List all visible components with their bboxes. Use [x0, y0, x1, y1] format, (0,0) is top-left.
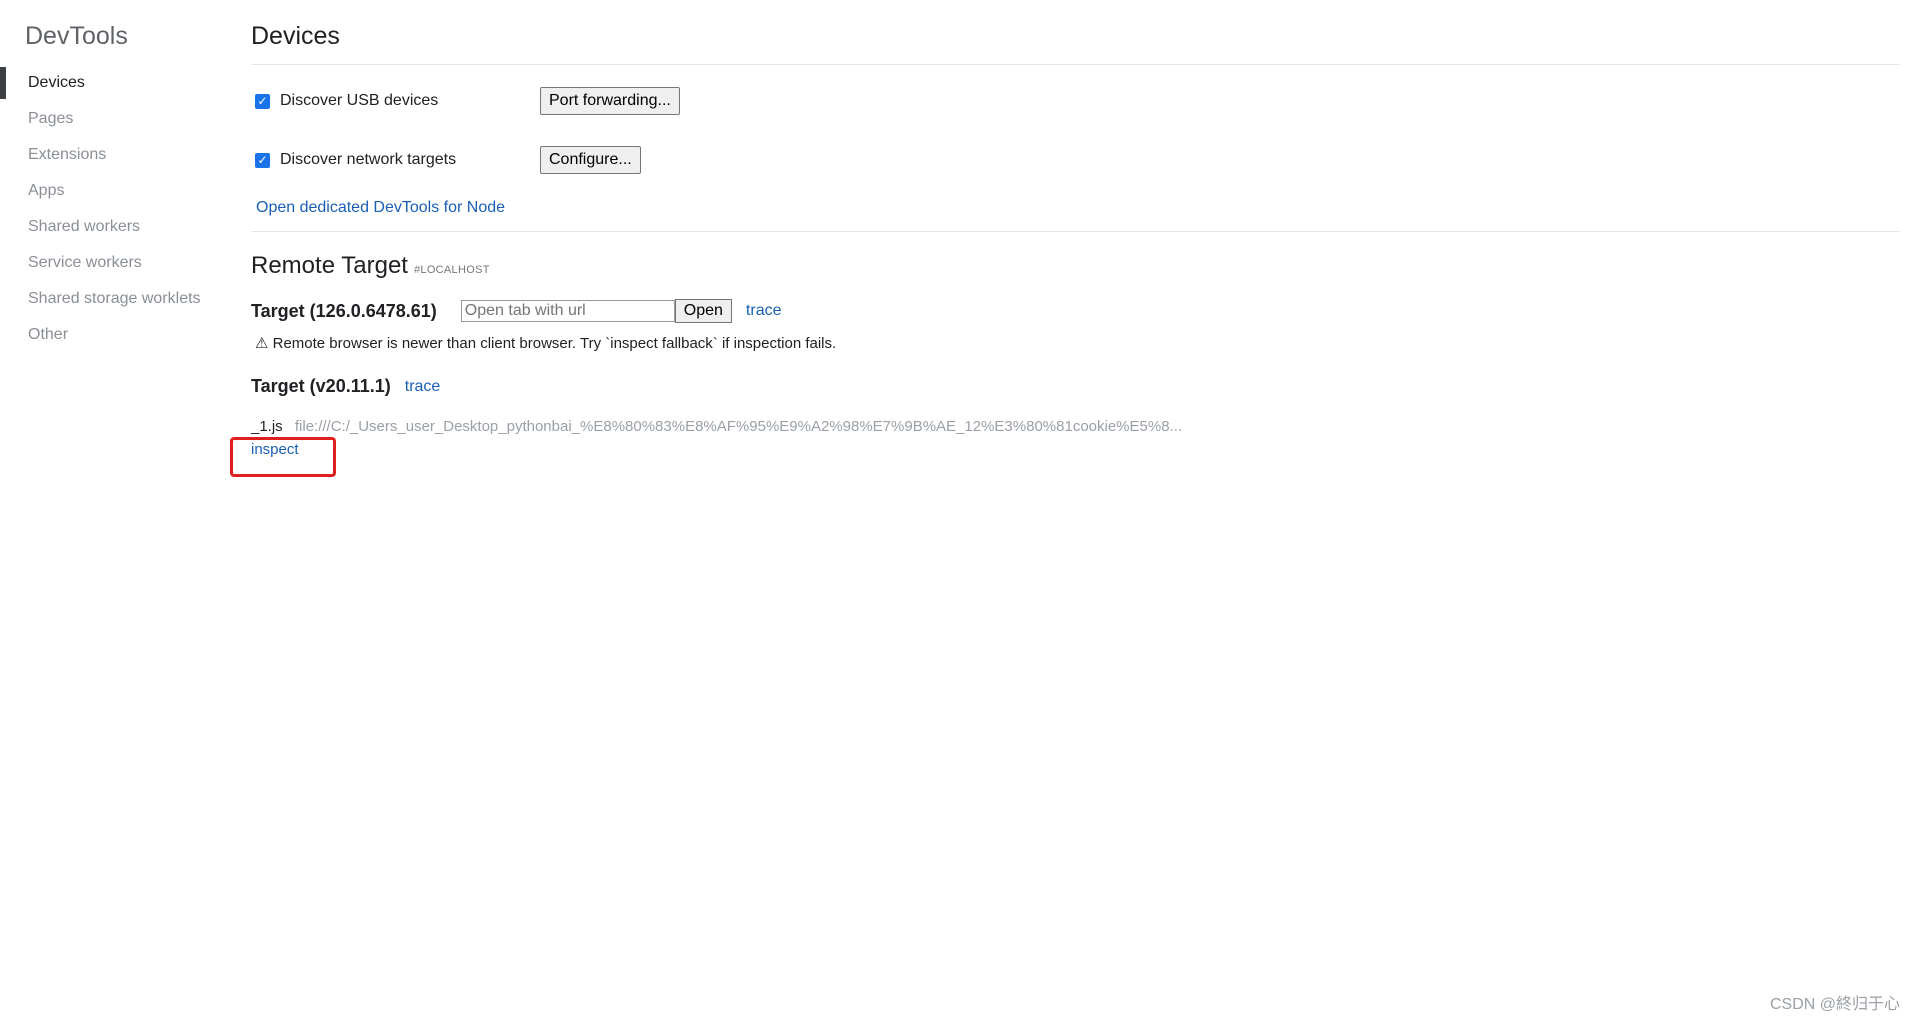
target-file-name: _1.js [251, 418, 283, 435]
port-forwarding-button[interactable]: Port forwarding... [540, 87, 680, 115]
usb-option-label: Discover USB devices [280, 92, 439, 109]
sidebar-item-shared-workers[interactable]: Shared workers [0, 212, 240, 248]
remote-target-subtitle: #LOCALHOST [413, 264, 490, 276]
version-warning: ⚠ Remote browser is newer than client br… [255, 335, 837, 352]
sidebar-item-devices[interactable]: Devices [0, 67, 240, 104]
sidebar-item-label: Shared workers [28, 218, 141, 235]
title-divider [251, 64, 1900, 65]
sidebar-item-other[interactable]: Other [0, 320, 240, 356]
sidebar-item-service-workers[interactable]: Service workers [0, 248, 240, 284]
target-row-browser: Target (126.0.6478.61) Open trace [251, 299, 782, 323]
trace-link[interactable]: trace [746, 302, 782, 320]
inspect-link-wrap: inspect [251, 441, 299, 459]
devtools-inspect-page: DevTools Devices Pages Extensions Apps S… [0, 0, 1920, 1024]
sidebar-item-label: Pages [28, 110, 74, 127]
sidebar-title: DevTools [25, 22, 128, 50]
network-option-label: Discover network targets [280, 151, 457, 168]
sidebar-item-pages[interactable]: Pages [0, 104, 240, 140]
main-content: Devices ✓ Discover USB devices Port forw… [230, 0, 1900, 1024]
watermark: CSDN @終归于心 [1769, 996, 1900, 1013]
sidebar-item-apps[interactable]: Apps [0, 176, 240, 212]
configure-button[interactable]: Configure... [540, 146, 641, 174]
sidebar-item-label: Apps [28, 182, 65, 199]
network-option-row: ✓ Discover network targets Configure... [255, 144, 641, 176]
open-tab-button[interactable]: Open [674, 299, 732, 323]
target-name: Target (v20.11.1) [251, 376, 391, 396]
open-tab-url-input[interactable] [460, 300, 675, 322]
usb-option-row: ✓ Discover USB devices Port forwarding..… [255, 85, 680, 117]
sidebar: DevTools Devices Pages Extensions Apps S… [0, 0, 240, 1024]
sidebar-item-shared-storage-worklets[interactable]: Shared storage worklets [0, 284, 240, 320]
open-node-devtools-link[interactable]: Open dedicated DevTools for Node [256, 199, 505, 216]
target-row-node: Target (v20.11.1) trace [251, 376, 440, 397]
sidebar-nav: Devices Pages Extensions Apps Shared wor… [0, 67, 240, 356]
trace-link[interactable]: trace [405, 378, 441, 396]
target-file-url: file:///C:/_Users_user_Desktop_pythonbai… [294, 418, 1183, 435]
section-divider [251, 231, 1900, 232]
remote-target-title: Remote Target [251, 252, 408, 279]
target-name: Target (126.0.6478.61) [251, 300, 437, 321]
sidebar-item-label: Service workers [28, 254, 142, 271]
sidebar-item-label: Extensions [28, 146, 107, 163]
remote-target-heading: Remote Target #LOCALHOST [251, 252, 490, 280]
sidebar-item-extensions[interactable]: Extensions [0, 140, 240, 176]
node-devtools-link-wrap: Open dedicated DevTools for Node [256, 199, 505, 217]
usb-discovery-checkbox[interactable]: ✓ [255, 93, 270, 109]
inspect-link[interactable]: inspect [251, 441, 299, 458]
sidebar-item-label: Other [28, 326, 69, 343]
sidebar-item-label: Devices [28, 74, 85, 91]
page-title: Devices [251, 22, 340, 50]
network-discovery-checkbox[interactable]: ✓ [255, 152, 270, 168]
sidebar-item-label: Shared storage worklets [28, 290, 201, 307]
target-file-row: _1.js file:///C:/_Users_user_Desktop_pyt… [251, 418, 1182, 435]
